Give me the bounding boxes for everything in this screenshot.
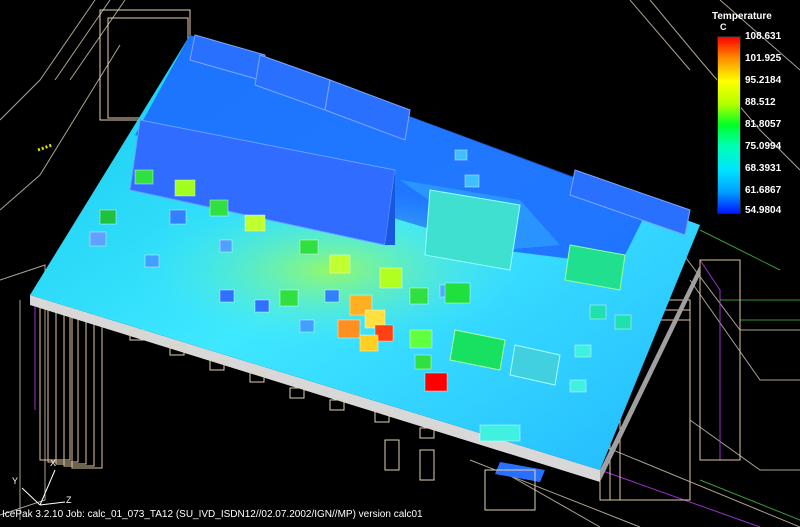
- marker: [37, 143, 53, 152]
- axis-x-label: X: [50, 458, 57, 468]
- legend-tick: 88.512: [745, 97, 776, 108]
- legend-tick: 101.925: [745, 53, 782, 64]
- legend-color-bar: [717, 36, 741, 214]
- legend-tick: 54.9804: [745, 205, 782, 216]
- legend-tick: 95.2184: [745, 75, 782, 86]
- thermal-scene[interactable]: [0, 0, 800, 527]
- legend-tick: 75.0994: [745, 141, 782, 152]
- 3d-viewport[interactable]: X Y Z Temperature C 108.631 101.925 95.2…: [0, 0, 800, 527]
- legend-tick: 61.6867: [745, 185, 782, 196]
- legend-tick: 68.3931: [745, 163, 782, 174]
- axis-y-label: Y: [12, 476, 19, 486]
- legend-tick: 81.8057: [745, 119, 782, 130]
- status-bar-text: IcePak 3.2.10 Job: calc_01_073_TA12 (SU_…: [2, 509, 423, 520]
- enclosure-wireframe-green: [699, 229, 800, 521]
- legend-unit: C: [720, 22, 727, 32]
- axis-triad: [21, 469, 66, 506]
- legend-tick: 108.631: [745, 31, 782, 42]
- legend-title: Temperature: [712, 11, 772, 22]
- axis-z-label: Z: [66, 495, 72, 505]
